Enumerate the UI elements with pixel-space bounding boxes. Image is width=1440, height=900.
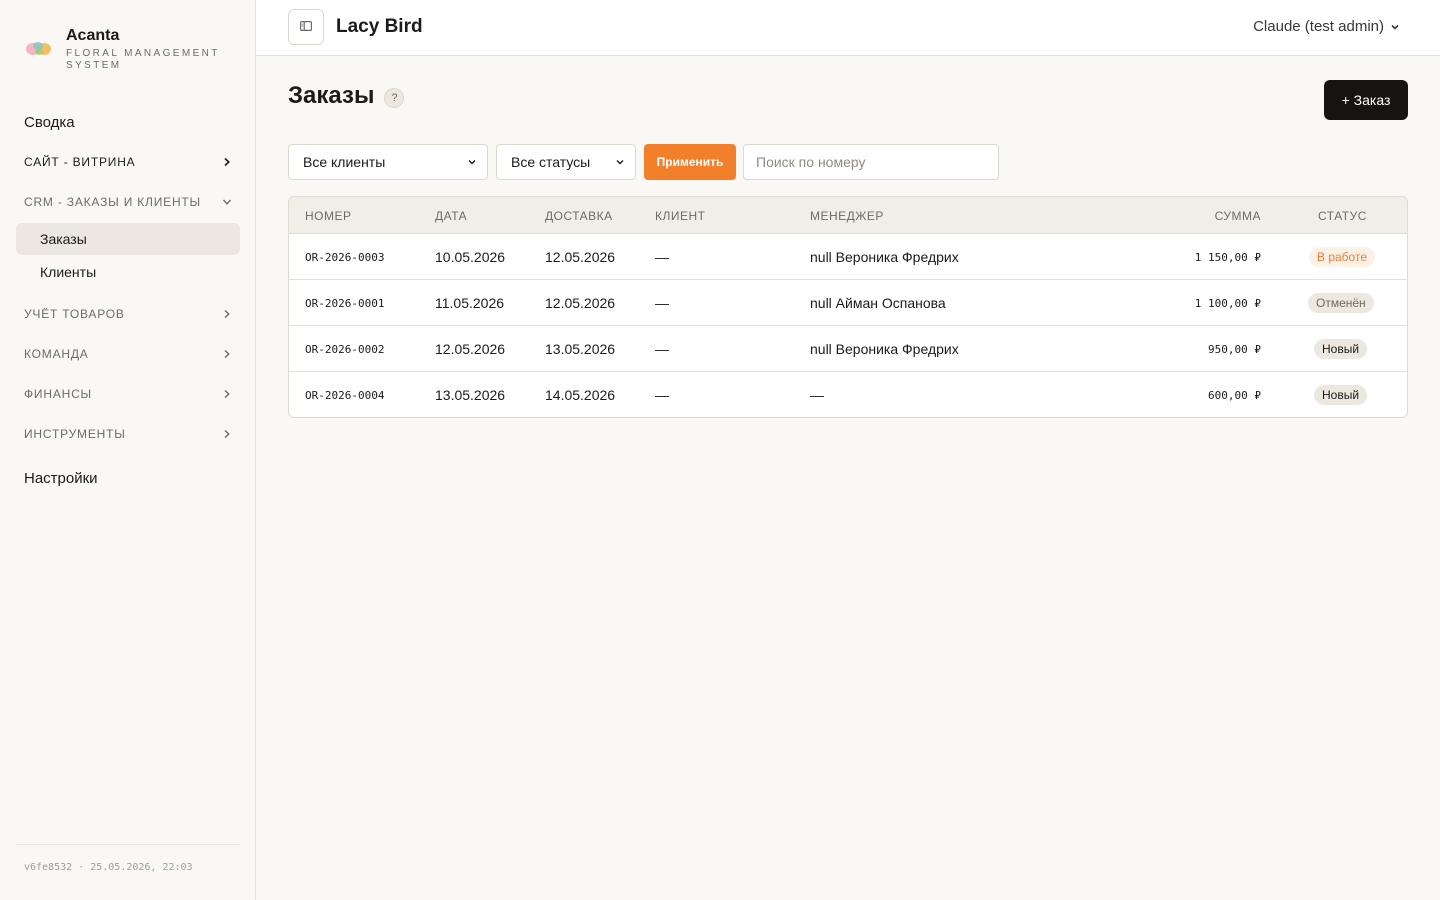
sidebar-item-orders[interactable]: Заказы [16, 223, 240, 255]
column-header-manager: МЕНЕДЖЕР [810, 209, 884, 223]
order-amount: 1 100,00 ₽ [1194, 297, 1261, 310]
top-bar: Lacy Bird Claude (test admin) [256, 0, 1440, 56]
sidebar-item-label: Сводка [24, 113, 75, 131]
column-header-client: КЛИЕНТ [655, 209, 706, 223]
sidebar-item-inventory[interactable]: УЧЁТ ТОВАРОВ [16, 294, 240, 334]
sidebar-item-label: КОМАНДА [24, 347, 89, 361]
column-header-date: ДАТА [435, 209, 468, 223]
add-order-button[interactable]: + Заказ [1324, 80, 1408, 120]
order-number[interactable]: OR-2026-0004 [305, 389, 384, 402]
order-client: — [655, 249, 669, 265]
order-date: 12.05.2026 [435, 341, 506, 357]
order-amount: 1 150,00 ₽ [1194, 251, 1261, 264]
sidebar-nav: Сводка САЙТ - ВИТРИНА CRM - ЗАКАЗЫ И КЛИ… [16, 102, 240, 498]
chevron-right-icon [222, 157, 232, 167]
order-manager: — [810, 387, 824, 403]
sidebar-item-label: ИНСТРУМЕНТЫ [24, 427, 126, 441]
sidebar-item-label: CRM - ЗАКАЗЫ И КЛИЕНТЫ [24, 195, 201, 209]
status-badge: Новый [1314, 385, 1368, 405]
apply-filters-button[interactable]: Применить [644, 144, 736, 180]
sidebar-item-crm[interactable]: CRM - ЗАКАЗЫ И КЛИЕНТЫ [16, 182, 240, 222]
sidebar-divider [16, 844, 240, 845]
order-amount: 600,00 ₽ [1208, 389, 1261, 402]
sidebar-toggle-icon [300, 18, 313, 36]
sidebar-item-finance[interactable]: ФИНАНСЫ [16, 374, 240, 414]
column-header-number: НОМЕР [305, 209, 352, 223]
column-header-delivery: ДОСТАВКА [545, 209, 613, 223]
chevron-right-icon [222, 349, 232, 359]
acanta-logo-icon [24, 34, 54, 64]
user-menu[interactable]: Claude (test admin) [1253, 18, 1400, 35]
order-client: — [655, 341, 669, 357]
table-row[interactable]: OR-2026-0003 10.05.2026 12.05.2026 — nul… [289, 234, 1407, 280]
client-filter-select[interactable]: Все клиенты [288, 144, 488, 180]
chevron-right-icon [222, 389, 232, 399]
sidebar-item-summary[interactable]: Сводка [16, 102, 240, 142]
sidebar-item-tools[interactable]: ИНСТРУМЕНТЫ [16, 414, 240, 454]
order-number[interactable]: OR-2026-0003 [305, 251, 384, 264]
sidebar-item-label: САЙТ - ВИТРИНА [24, 155, 136, 169]
table-row[interactable]: OR-2026-0004 13.05.2026 14.05.2026 — — 6… [289, 372, 1407, 417]
sidebar-item-settings[interactable]: Настройки [16, 458, 240, 498]
order-date: 11.05.2026 [435, 295, 505, 311]
brand-subtitle: FLORAL MANAGEMENT SYSTEM [66, 48, 220, 71]
chevron-down-icon [222, 197, 232, 207]
order-date: 13.05.2026 [435, 387, 506, 403]
brand[interactable]: Acanta FLORAL MANAGEMENT SYSTEM [24, 26, 226, 72]
order-number[interactable]: OR-2026-0002 [305, 343, 384, 356]
sidebar-item-site-showcase[interactable]: САЙТ - ВИТРИНА [16, 142, 240, 182]
delivery-date: 13.05.2026 [545, 341, 616, 357]
order-client: — [655, 295, 669, 311]
chevron-right-icon [222, 429, 232, 439]
sidebar-item-clients[interactable]: Клиенты [16, 256, 240, 288]
order-date: 10.05.2026 [435, 249, 506, 265]
page-title: Заказы [288, 82, 375, 109]
page-header: Заказы ? [288, 82, 405, 110]
sidebar-item-label: Клиенты [40, 264, 97, 280]
version-info: v6fe8532 · 25.05.2026, 22:03 [24, 862, 193, 873]
order-client: — [655, 387, 669, 403]
client-filter-value: Все клиенты [303, 154, 386, 170]
help-icon[interactable]: ? [384, 88, 405, 108]
order-number[interactable]: OR-2026-0001 [305, 297, 384, 310]
table-row[interactable]: OR-2026-0001 11.05.2026 12.05.2026 — nul… [289, 280, 1407, 326]
delivery-date: 12.05.2026 [545, 295, 616, 311]
order-search-input[interactable] [743, 144, 999, 180]
sidebar-toggle-button[interactable] [288, 9, 324, 45]
chevron-down-icon [615, 157, 625, 167]
status-badge: В работе [1309, 247, 1376, 267]
delivery-date: 14.05.2026 [545, 387, 616, 403]
status-badge: Отменён [1308, 293, 1374, 313]
column-header-amount: СУММА [1214, 209, 1261, 223]
sidebar-item-label: Заказы [40, 231, 87, 247]
order-manager: null Вероника Фредрих [810, 249, 959, 265]
order-manager: null Вероника Фредрих [810, 341, 959, 357]
sidebar-item-label: Настройки [24, 469, 98, 487]
table-row[interactable]: OR-2026-0002 12.05.2026 13.05.2026 — nul… [289, 326, 1407, 372]
sidebar-item-label: ФИНАНСЫ [24, 387, 92, 401]
chevron-right-icon [222, 309, 232, 319]
sidebar: Acanta FLORAL MANAGEMENT SYSTEM Сводка С… [0, 0, 256, 900]
table-header: НОМЕР ДАТА ДОСТАВКА КЛИЕНТ МЕНЕДЖЕР СУММ… [289, 197, 1407, 234]
order-amount: 950,00 ₽ [1208, 343, 1261, 356]
status-badge: Новый [1314, 339, 1368, 359]
status-filter-value: Все статусы [511, 154, 591, 170]
order-manager: null Айман Оспанова [810, 295, 946, 311]
delivery-date: 12.05.2026 [545, 249, 616, 265]
sidebar-item-label: УЧЁТ ТОВАРОВ [24, 307, 125, 321]
user-name: Claude (test admin) [1253, 18, 1384, 35]
orders-table: НОМЕР ДАТА ДОСТАВКА КЛИЕНТ МЕНЕДЖЕР СУММ… [288, 196, 1408, 418]
status-filter-select[interactable]: Все статусы [496, 144, 636, 180]
shop-title: Lacy Bird [336, 16, 423, 37]
column-header-status: СТАТУС [1318, 209, 1367, 223]
brand-name: Acanta [66, 27, 120, 44]
chevron-down-icon [1390, 22, 1400, 32]
chevron-down-icon [467, 157, 477, 167]
sidebar-item-team[interactable]: КОМАНДА [16, 334, 240, 374]
